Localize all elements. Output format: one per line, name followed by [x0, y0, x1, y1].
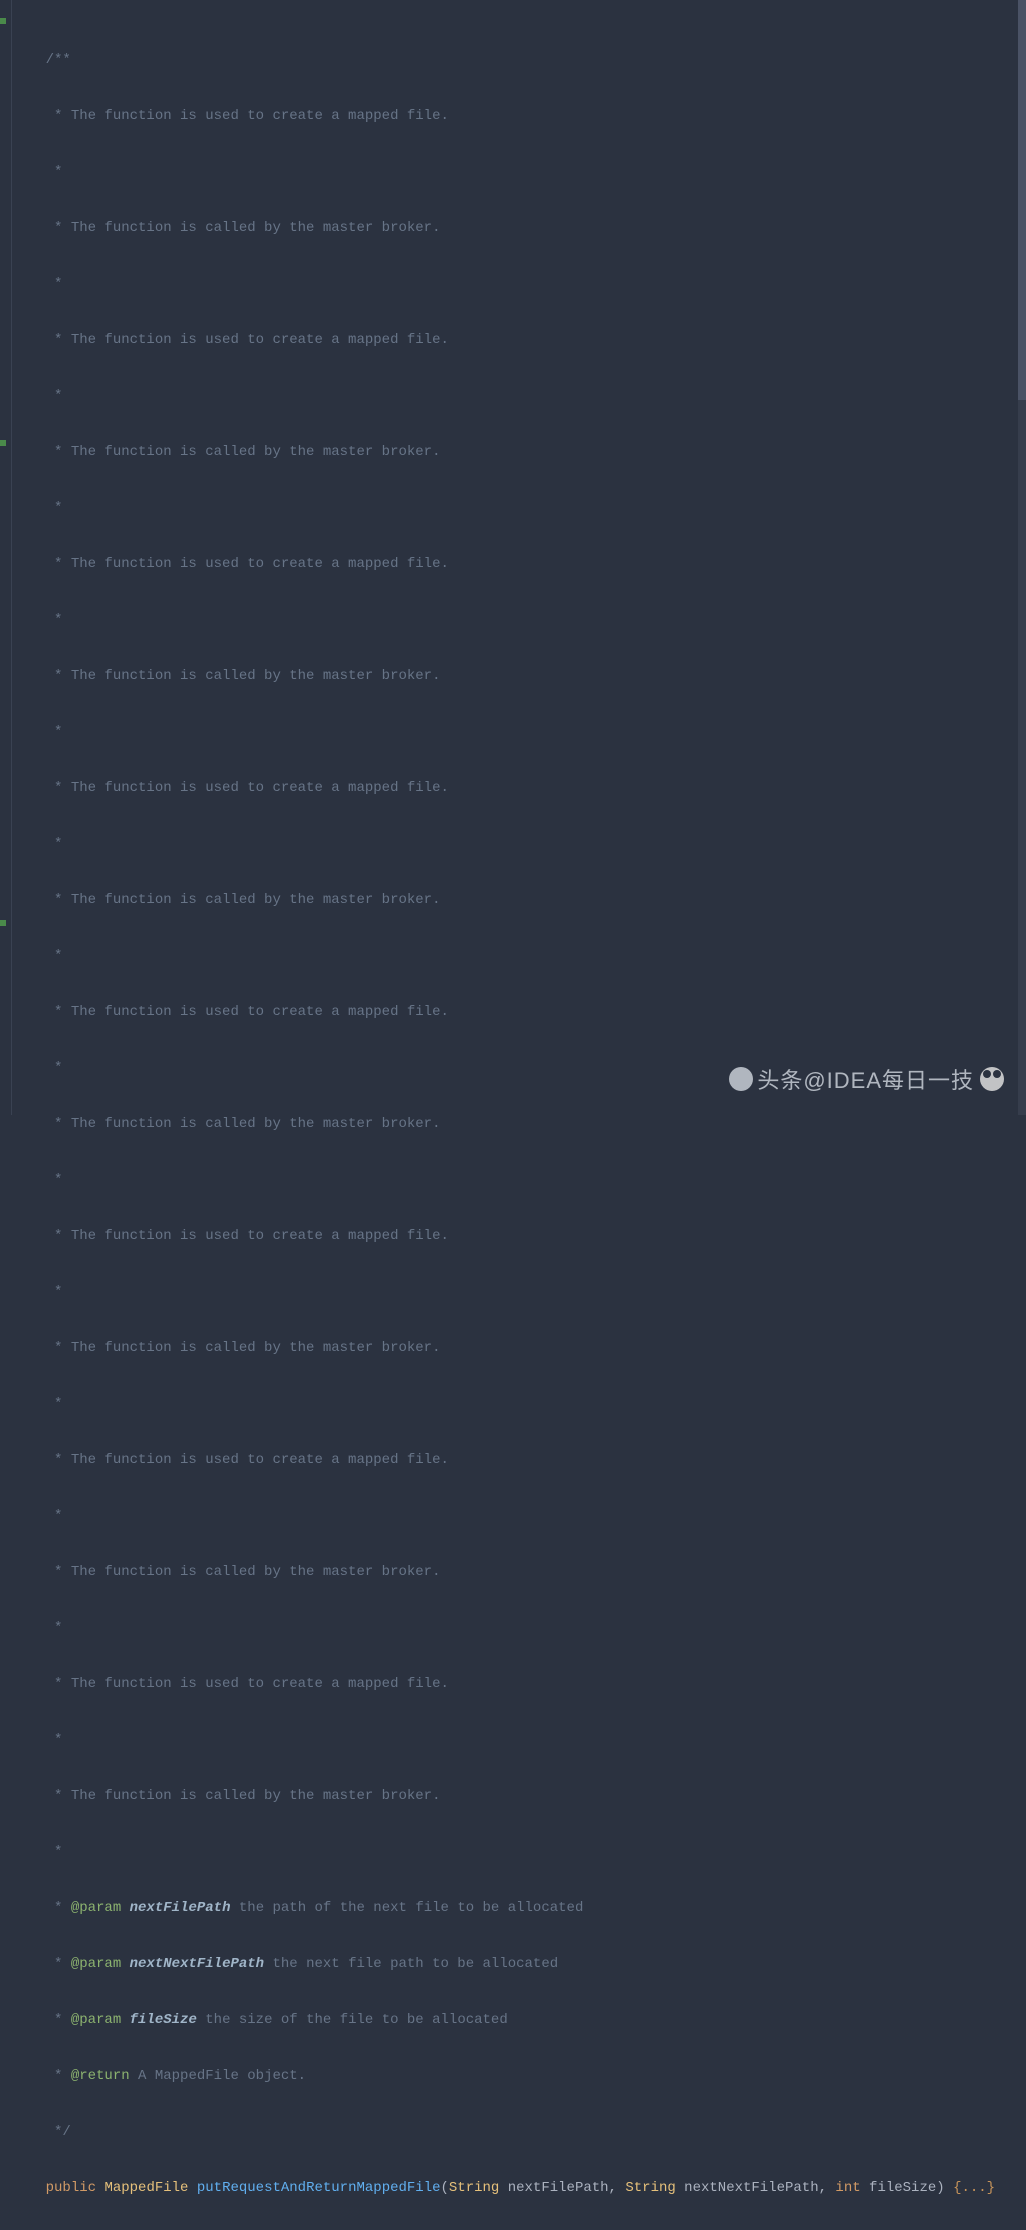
javadoc-line: *: [12, 1838, 1018, 1866]
javadoc-line: *: [12, 606, 1018, 634]
gutter-mark: [0, 18, 6, 24]
wechat-icon: [980, 1067, 1004, 1091]
javadoc-line: /**: [12, 46, 1018, 74]
javadoc-line: * The function is called by the master b…: [12, 1334, 1018, 1362]
watermark-text: 头条@IDEA每日一技: [757, 1063, 974, 1095]
javadoc-line: * The function is used to create a mappe…: [12, 998, 1018, 1026]
scrollbar-thumb[interactable]: [1018, 0, 1026, 400]
javadoc-line: *: [12, 1166, 1018, 1194]
javadoc-line: * The function is used to create a mappe…: [12, 326, 1018, 354]
javadoc-line: * The function is used to create a mappe…: [12, 1446, 1018, 1474]
javadoc-line: * The function is used to create a mappe…: [12, 774, 1018, 802]
javadoc-line: *: [12, 942, 1018, 970]
javadoc-line: *: [12, 494, 1018, 522]
javadoc-line: *: [12, 1726, 1018, 1754]
gutter-mark: [0, 440, 6, 446]
javadoc-line: * The function is called by the master b…: [12, 438, 1018, 466]
javadoc-line: * The function is used to create a mappe…: [12, 550, 1018, 578]
javadoc-line: *: [12, 1278, 1018, 1306]
javadoc-line: */: [12, 2118, 1018, 2146]
javadoc-line: *: [12, 382, 1018, 410]
watermark: 头条@IDEA每日一技: [729, 1063, 1004, 1095]
javadoc-line: *: [12, 158, 1018, 186]
code-editor[interactable]: /** * The function is used to create a m…: [12, 0, 1018, 2230]
javadoc-line: * The function is called by the master b…: [12, 662, 1018, 690]
javadoc-param-line: * @param nextFilePath the path of the ne…: [12, 1894, 1018, 1922]
javadoc-line: *: [12, 1614, 1018, 1642]
javadoc-line: *: [12, 270, 1018, 298]
javadoc-line: *: [12, 1502, 1018, 1530]
javadoc-line: * The function is called by the master b…: [12, 1110, 1018, 1138]
code-fold-toggle[interactable]: {...}: [953, 2180, 995, 2196]
javadoc-line: *: [12, 718, 1018, 746]
javadoc-line: * The function is called by the master b…: [12, 214, 1018, 242]
javadoc-line: *: [12, 1390, 1018, 1418]
javadoc-return-line: * @return A MappedFile object.: [12, 2062, 1018, 2090]
javadoc-param-line: * @param fileSize the size of the file t…: [12, 2006, 1018, 2034]
avatar-icon: [729, 1067, 753, 1091]
javadoc-line: * The function is used to create a mappe…: [12, 1222, 1018, 1250]
method-signature: public MappedFile putRequestAndReturnMap…: [12, 2174, 1018, 2202]
javadoc-param-line: * @param nextNextFilePath the next file …: [12, 1950, 1018, 1978]
javadoc-line: * The function is used to create a mappe…: [12, 1670, 1018, 1698]
gutter-mark: [0, 920, 6, 926]
javadoc-line: * The function is called by the master b…: [12, 1782, 1018, 1810]
javadoc-line: * The function is called by the master b…: [12, 1558, 1018, 1586]
javadoc-line: *: [12, 830, 1018, 858]
editor-gutter: [0, 0, 12, 1115]
vertical-scrollbar[interactable]: [1018, 0, 1026, 1115]
javadoc-line: * The function is used to create a mappe…: [12, 102, 1018, 130]
javadoc-line: * The function is called by the master b…: [12, 886, 1018, 914]
